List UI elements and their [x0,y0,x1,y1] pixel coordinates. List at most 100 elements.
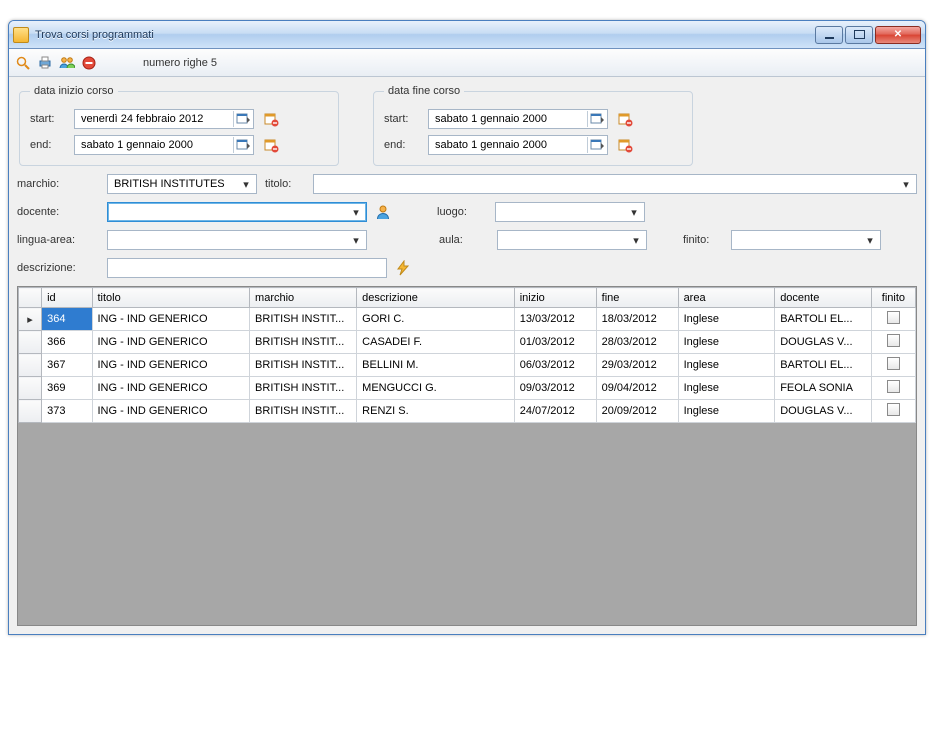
cell-fine[interactable]: 20/09/2012 [596,400,678,423]
lightning-icon[interactable] [395,260,411,276]
col-fine[interactable]: fine [596,288,678,308]
data-grid[interactable]: id titolo marchio descrizione inizio fin… [17,286,917,626]
combo-lingua-area[interactable]: ▾ [107,230,367,250]
checkbox-icon[interactable] [887,380,900,393]
cell-docente[interactable]: DOUGLAS V... [775,400,872,423]
cell-fine[interactable]: 28/03/2012 [596,331,678,354]
row-header[interactable] [19,377,42,400]
combo-aula[interactable]: ▾ [497,230,647,250]
combo-docente[interactable]: ▾ [107,202,367,222]
cell-finito[interactable] [871,308,915,331]
combo-finito[interactable]: ▾ [731,230,881,250]
cell-docente[interactable]: DOUGLAS V... [775,331,872,354]
checkbox-icon[interactable] [887,311,900,324]
combo-luogo[interactable]: ▾ [495,202,645,222]
cell-marchio[interactable]: BRITISH INSTIT... [250,400,357,423]
cell-id[interactable]: 373 [42,400,92,423]
cell-inizio[interactable]: 06/03/2012 [514,354,596,377]
cell-descrizione[interactable]: GORI C. [357,308,515,331]
chevron-down-icon[interactable]: ▾ [862,234,878,247]
chevron-down-icon[interactable]: ▾ [348,206,364,219]
close-button[interactable] [875,26,921,44]
col-descrizione[interactable]: descrizione [357,288,515,308]
col-docente[interactable]: docente [775,288,872,308]
col-rowselector[interactable] [19,288,42,308]
cell-docente[interactable]: BARTOLI EL... [775,308,872,331]
chevron-down-icon[interactable]: ▾ [626,206,642,219]
cell-descrizione[interactable]: CASADEI F. [357,331,515,354]
clear-date-icon[interactable] [262,136,280,154]
col-id[interactable]: id [42,288,92,308]
cell-marchio[interactable]: BRITISH INSTIT... [250,331,357,354]
cell-inizio[interactable]: 09/03/2012 [514,377,596,400]
date-fine-start[interactable]: sabato 1 gennaio 2000 [428,109,608,129]
col-finito[interactable]: finito [871,288,915,308]
row-header[interactable] [19,400,42,423]
checkbox-icon[interactable] [887,357,900,370]
cell-inizio[interactable]: 01/03/2012 [514,331,596,354]
calendar-dropdown-icon[interactable] [587,137,605,153]
row-header[interactable] [19,308,42,331]
minimize-button[interactable] [815,26,843,44]
cell-area[interactable]: Inglese [678,308,775,331]
users-icon[interactable] [59,55,75,71]
clear-date-icon[interactable] [262,110,280,128]
table-row[interactable]: 373ING - IND GENERICOBRITISH INSTIT...RE… [19,400,916,423]
calendar-dropdown-icon[interactable] [587,111,605,127]
maximize-button[interactable] [845,26,873,44]
cell-fine[interactable]: 18/03/2012 [596,308,678,331]
cell-titolo[interactable]: ING - IND GENERICO [92,331,250,354]
cell-finito[interactable] [871,377,915,400]
cell-area[interactable]: Inglese [678,400,775,423]
search-icon[interactable] [15,55,31,71]
cell-id[interactable]: 366 [42,331,92,354]
row-header[interactable] [19,331,42,354]
cell-finito[interactable] [871,400,915,423]
col-titolo[interactable]: titolo [92,288,250,308]
chevron-down-icon[interactable]: ▾ [348,234,364,247]
cell-descrizione[interactable]: RENZI S. [357,400,515,423]
cell-marchio[interactable]: BRITISH INSTIT... [250,354,357,377]
date-fine-end[interactable]: sabato 1 gennaio 2000 [428,135,608,155]
cell-fine[interactable]: 29/03/2012 [596,354,678,377]
col-marchio[interactable]: marchio [250,288,357,308]
cell-inizio[interactable]: 13/03/2012 [514,308,596,331]
person-icon[interactable] [375,204,391,220]
cell-titolo[interactable]: ING - IND GENERICO [92,354,250,377]
titlebar[interactable]: Trova corsi programmati [9,21,925,49]
row-header[interactable] [19,354,42,377]
col-area[interactable]: area [678,288,775,308]
cell-titolo[interactable]: ING - IND GENERICO [92,308,250,331]
chevron-down-icon[interactable]: ▾ [628,234,644,247]
table-row[interactable]: 369ING - IND GENERICOBRITISH INSTIT...ME… [19,377,916,400]
cell-titolo[interactable]: ING - IND GENERICO [92,377,250,400]
calendar-dropdown-icon[interactable] [233,137,251,153]
table-row[interactable]: 366ING - IND GENERICOBRITISH INSTIT...CA… [19,331,916,354]
table-row[interactable]: 364ING - IND GENERICOBRITISH INSTIT...GO… [19,308,916,331]
cell-id[interactable]: 367 [42,354,92,377]
cell-fine[interactable]: 09/04/2012 [596,377,678,400]
cell-area[interactable]: Inglese [678,377,775,400]
date-inizio-end[interactable]: sabato 1 gennaio 2000 [74,135,254,155]
cell-finito[interactable] [871,354,915,377]
cell-inizio[interactable]: 24/07/2012 [514,400,596,423]
cell-finito[interactable] [871,331,915,354]
table-row[interactable]: 367ING - IND GENERICOBRITISH INSTIT...BE… [19,354,916,377]
calendar-dropdown-icon[interactable] [233,111,251,127]
cell-docente[interactable]: BARTOLI EL... [775,354,872,377]
chevron-down-icon[interactable]: ▾ [898,178,914,191]
cell-docente[interactable]: FEOLA SONIA [775,377,872,400]
input-descrizione[interactable] [107,258,387,278]
date-inizio-start[interactable]: venerdì 24 febbraio 2012 [74,109,254,129]
cell-id[interactable]: 369 [42,377,92,400]
delete-icon[interactable] [81,55,97,71]
clear-date-icon[interactable] [616,136,634,154]
combo-marchio[interactable]: BRITISH INSTITUTES▾ [107,174,257,194]
checkbox-icon[interactable] [887,403,900,416]
combo-titolo[interactable]: ▾ [313,174,917,194]
cell-area[interactable]: Inglese [678,331,775,354]
chevron-down-icon[interactable]: ▾ [238,178,254,191]
cell-area[interactable]: Inglese [678,354,775,377]
checkbox-icon[interactable] [887,334,900,347]
cell-titolo[interactable]: ING - IND GENERICO [92,400,250,423]
